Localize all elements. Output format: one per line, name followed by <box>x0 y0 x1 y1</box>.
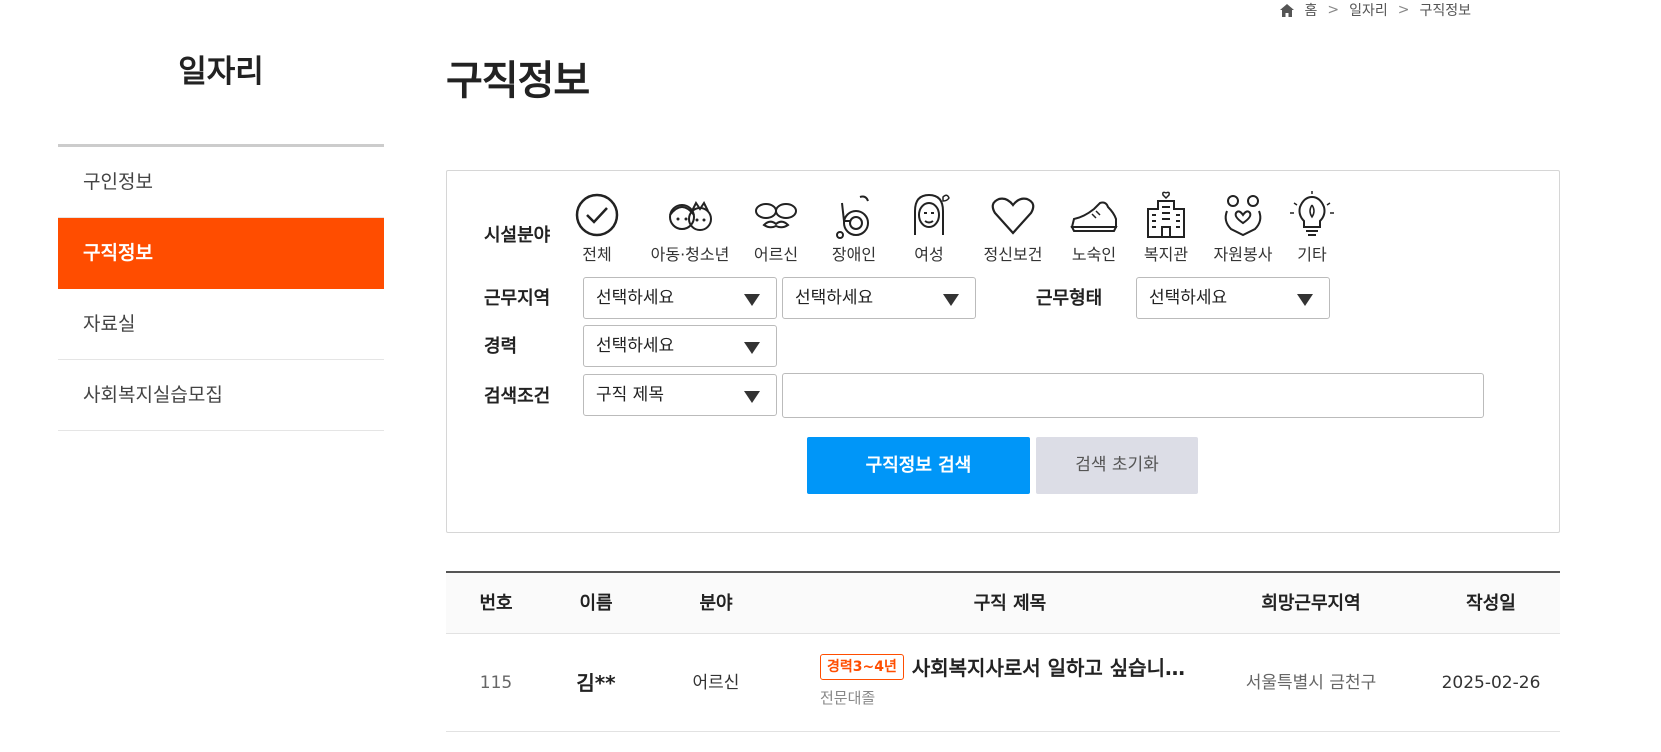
sidebar-item-resources[interactable]: 자료실 <box>58 289 384 360</box>
home-icon[interactable] <box>1280 3 1295 17</box>
row-title-link[interactable]: 사회복지사로서 일하고 싶습니… <box>912 652 1185 681</box>
breadcrumb: 홈 > 일자리 > 구직정보 <box>1280 0 1471 20</box>
header-number: 번호 <box>479 593 513 614</box>
lightbulb-icon <box>1290 191 1334 236</box>
shoe-icon <box>1070 201 1118 232</box>
dropdown-arrow-icon <box>1297 294 1313 306</box>
category-other[interactable]: 기타 <box>1277 191 1347 265</box>
category-disabled[interactable]: 장애인 <box>819 191 889 265</box>
check-circle-icon <box>575 193 619 237</box>
dropdown-arrow-icon <box>943 294 959 306</box>
region-select-secondary[interactable]: 선택하세요 <box>782 277 976 319</box>
table-header: 번호 이름 분야 구직 제목 희망근무지역 작성일 <box>446 571 1560 634</box>
reset-button[interactable]: 검색 초기화 <box>1036 437 1198 494</box>
condition-label: 검색조건 <box>484 386 551 407</box>
dropdown-arrow-icon <box>744 342 760 354</box>
search-panel: 시설분야 전체 아동·청소년 어르신 장애인 여성 정신보건 노숙인 복지관 자… <box>446 170 1560 533</box>
dropdown-arrow-icon <box>744 391 760 403</box>
sidebar-item-job-seeking[interactable]: 구직정보 <box>58 218 384 289</box>
header-name: 이름 <box>579 593 613 614</box>
search-button[interactable]: 구직정보 검색 <box>807 437 1030 494</box>
breadcrumb-jobs[interactable]: 일자리 <box>1349 0 1388 20</box>
row-number: 115 <box>479 673 513 693</box>
category-all[interactable]: 전체 <box>562 191 632 265</box>
row-title-cell[interactable]: 경력3~4년 사회복지사로서 일하고 싶습니… 전문대졸 <box>820 652 1200 708</box>
wheelchair-icon <box>836 195 869 239</box>
page-title: 구직정보 <box>446 58 590 104</box>
children-icon <box>669 201 712 231</box>
row-date: 2025-02-26 <box>1441 673 1541 693</box>
facility-label: 시설분야 <box>484 225 551 246</box>
glasses-mustache-icon <box>755 203 797 229</box>
category-welfare-center[interactable]: 복지관 <box>1131 191 1201 265</box>
row-education: 전문대졸 <box>820 689 876 707</box>
work-type-select[interactable]: 선택하세요 <box>1136 277 1330 319</box>
woman-icon <box>914 193 950 235</box>
header-date: 작성일 <box>1466 593 1516 614</box>
sidebar-item-job-offers[interactable]: 구인정보 <box>58 147 384 218</box>
breadcrumb-home[interactable]: 홈 <box>1304 0 1317 20</box>
category-children[interactable]: 아동·청소년 <box>645 191 735 265</box>
row-name: 김** <box>576 671 616 695</box>
heart-icon <box>991 197 1035 235</box>
row-field: 어르신 <box>692 673 740 693</box>
volunteer-hands-icon <box>1224 195 1262 237</box>
header-region: 희망근무지역 <box>1261 593 1361 614</box>
region-select-primary[interactable]: 선택하세요 <box>583 277 777 319</box>
header-field: 분야 <box>699 593 733 614</box>
job-seeker-table: 번호 이름 분야 구직 제목 희망근무지역 작성일 115 김** 어르신 경력… <box>446 571 1560 732</box>
category-seniors[interactable]: 어르신 <box>741 191 811 265</box>
sidebar-title: 일자리 <box>178 54 264 90</box>
region-label: 근무지역 <box>484 288 551 309</box>
keyword-input[interactable] <box>782 373 1484 418</box>
work-type-label: 근무형태 <box>1036 288 1103 309</box>
career-badge: 경력3~4년 <box>820 653 904 680</box>
building-icon <box>1147 191 1185 238</box>
career-label: 경력 <box>484 336 518 357</box>
condition-select[interactable]: 구직 제목 <box>583 374 777 416</box>
sidebar-item-practicum[interactable]: 사회복지실습모집 <box>58 360 384 431</box>
chevron-right-icon: > <box>1397 2 1410 18</box>
category-women[interactable]: 여성 <box>894 191 964 265</box>
chevron-right-icon: > <box>1327 2 1340 18</box>
row-region: 서울특별시 금천구 <box>1245 673 1377 693</box>
category-homeless[interactable]: 노숙인 <box>1059 191 1129 265</box>
breadcrumb-current: 구직정보 <box>1419 3 1471 19</box>
header-title: 구직 제목 <box>973 593 1047 614</box>
career-select[interactable]: 선택하세요 <box>583 325 777 367</box>
category-mental-health[interactable]: 정신보건 <box>977 191 1049 265</box>
table-row[interactable]: 115 김** 어르신 경력3~4년 사회복지사로서 일하고 싶습니… 전문대졸… <box>446 634 1560 732</box>
category-volunteer[interactable]: 자원봉사 <box>1203 191 1283 265</box>
sidebar: 일자리 구인정보 구직정보 자료실 사회복지실습모집 <box>58 50 384 431</box>
dropdown-arrow-icon <box>744 294 760 306</box>
